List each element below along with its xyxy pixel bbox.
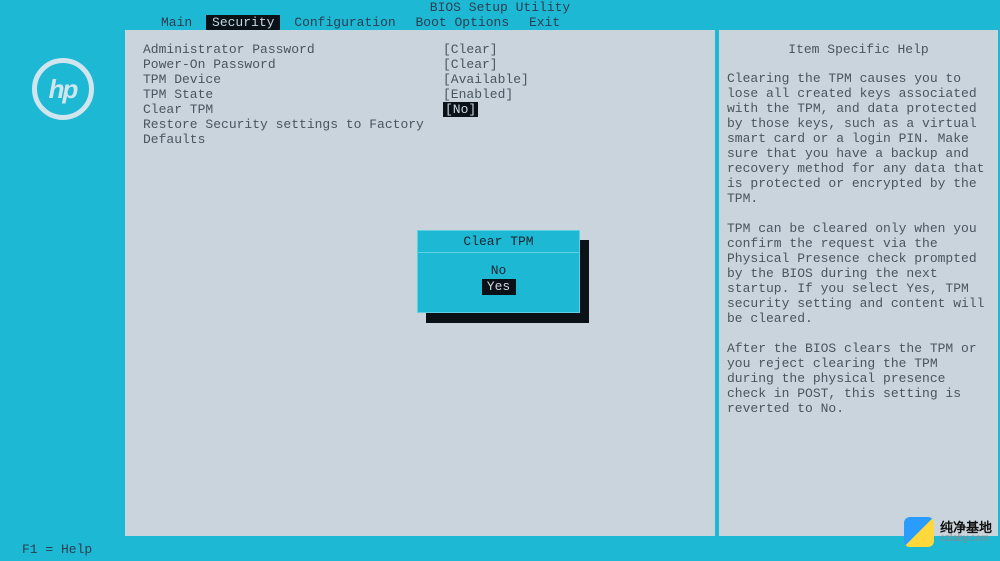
menu-tab-exit[interactable]: Exit	[523, 15, 566, 30]
dialog-title: Clear TPM	[418, 234, 579, 253]
setting-value[interactable]: [Clear]	[443, 42, 498, 57]
setting-value[interactable]: [No]	[443, 102, 478, 117]
settings-panel: Administrator Password[Clear]Power-On Pa…	[125, 30, 717, 538]
help-hint: F1 = Help	[22, 542, 92, 557]
menu-tab-main[interactable]: Main	[155, 15, 198, 30]
setting-label: Restore Security settings to Factory Def…	[143, 117, 443, 132]
menu-tab-security[interactable]: Security	[206, 15, 280, 30]
brand-sidebar: hp	[0, 30, 125, 538]
watermark: 纯净基地 czlaby.com	[904, 517, 992, 547]
hp-logo-icon: hp	[32, 58, 94, 120]
dialog-option-no[interactable]: No	[418, 263, 579, 279]
setting-label: Administrator Password	[143, 42, 443, 57]
help-panel: Item Specific Help Clearing the TPM caus…	[717, 30, 1000, 538]
dialog-option-yes[interactable]: Yes	[482, 279, 516, 295]
setting-value[interactable]: [Clear]	[443, 57, 498, 72]
setting-label: TPM State	[143, 87, 443, 102]
setting-row[interactable]: TPM State[Enabled]	[143, 87, 697, 102]
clear-tpm-dialog: Clear TPM NoYes	[417, 230, 580, 313]
setting-label: Clear TPM	[143, 102, 443, 117]
bios-title: BIOS Setup Utility	[0, 0, 1000, 15]
watermark-url: czlaby.com	[940, 534, 992, 544]
setting-row[interactable]: Power-On Password[Clear]	[143, 57, 697, 72]
help-paragraph: Clearing the TPM causes you to lose all …	[727, 71, 990, 206]
setting-row[interactable]: TPM Device[Available]	[143, 72, 697, 87]
menu-tab-configuration[interactable]: Configuration	[288, 15, 401, 30]
watermark-icon	[904, 517, 934, 547]
footer-bar: F1 = Help	[0, 538, 1000, 561]
menu-tab-boot-options[interactable]: Boot Options	[410, 15, 516, 30]
menu-bar: Main Security Configuration Boot Options…	[0, 15, 1000, 30]
watermark-text: 纯净基地	[940, 521, 992, 534]
setting-row[interactable]: Restore Security settings to Factory Def…	[143, 117, 697, 132]
help-title: Item Specific Help	[727, 42, 990, 57]
setting-label: Power-On Password	[143, 57, 443, 72]
setting-row[interactable]: Clear TPM[No]	[143, 102, 697, 117]
help-paragraph: TPM can be cleared only when you confirm…	[727, 221, 990, 326]
setting-value[interactable]: [Available]	[443, 72, 529, 87]
setting-value[interactable]: [Enabled]	[443, 87, 513, 102]
setting-row[interactable]: Administrator Password[Clear]	[143, 42, 697, 57]
setting-label: TPM Device	[143, 72, 443, 87]
help-paragraph: After the BIOS clears the TPM or you rej…	[727, 341, 990, 416]
